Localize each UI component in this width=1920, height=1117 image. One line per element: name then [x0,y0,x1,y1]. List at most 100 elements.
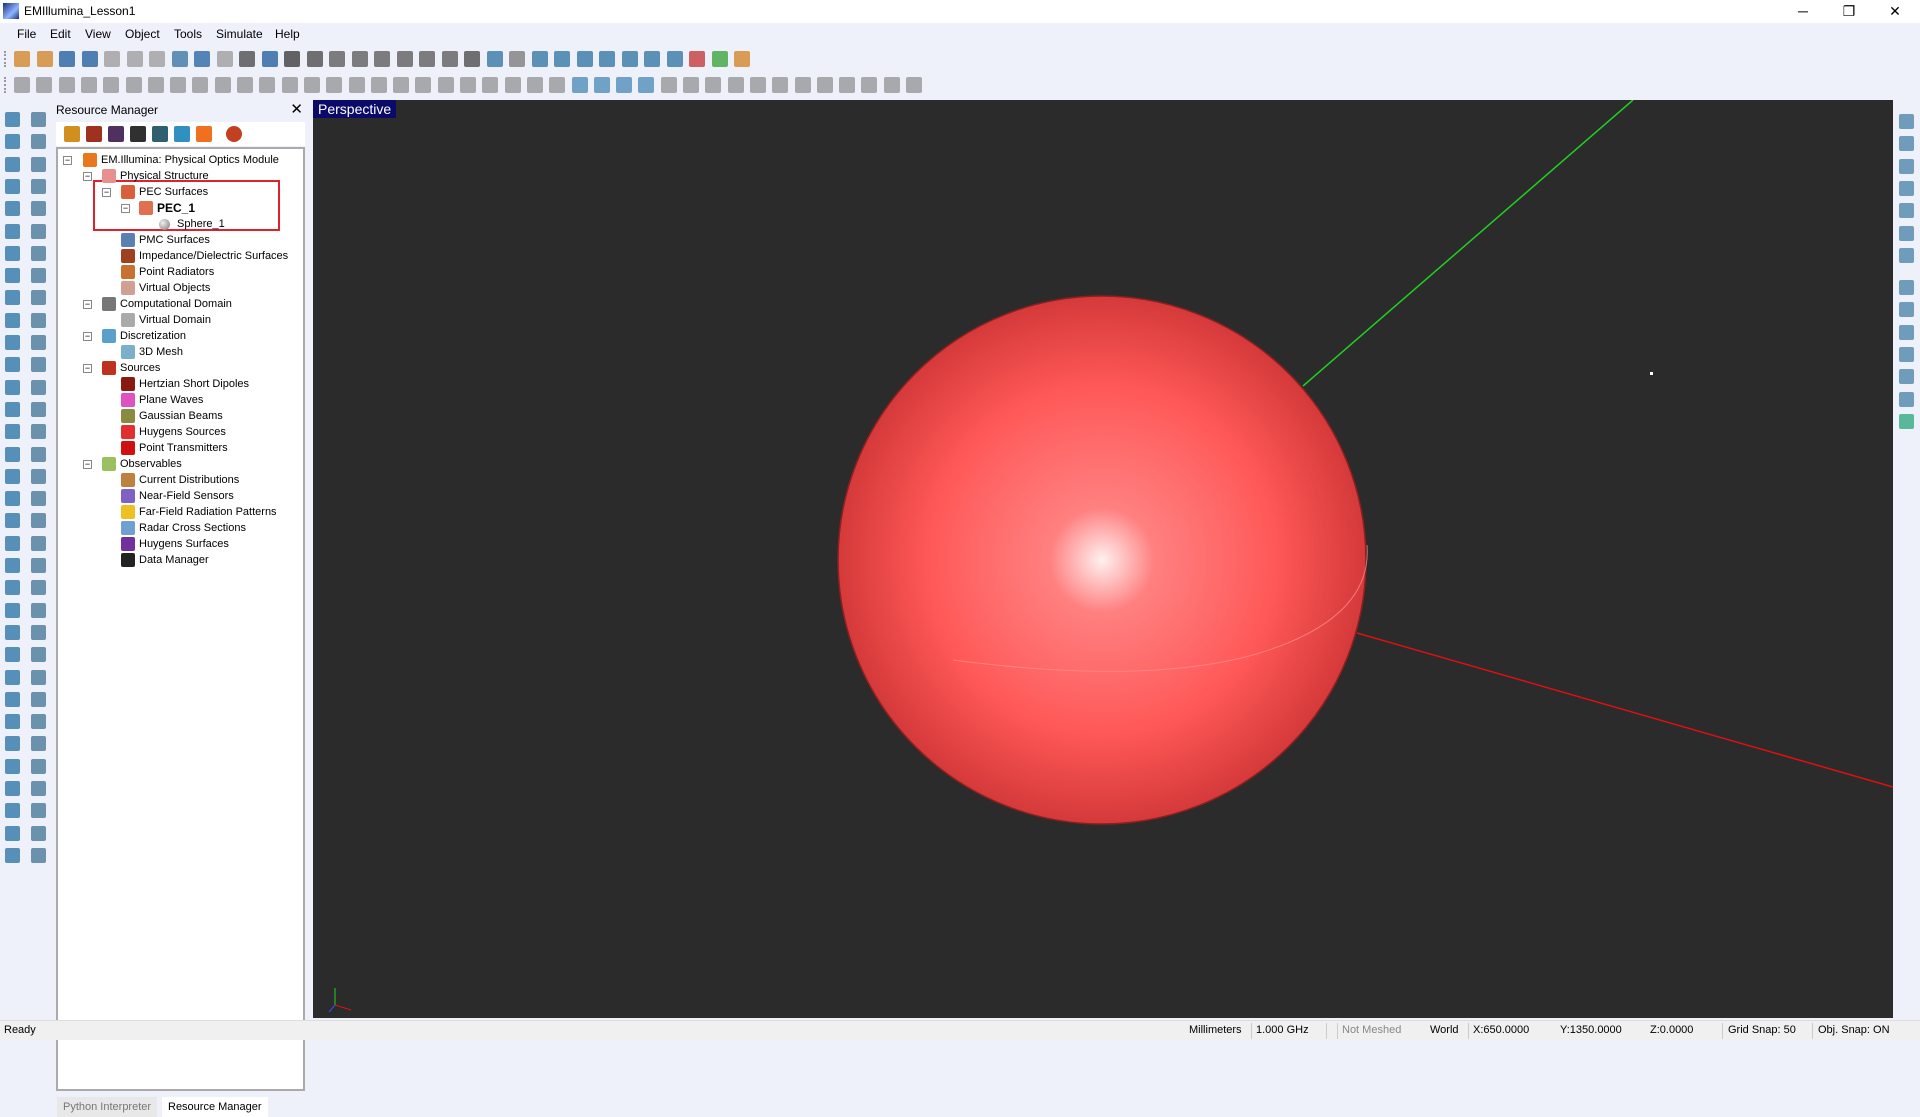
toolbar-button-icon[interactable] [644,51,660,67]
menu-view[interactable]: View [85,27,111,41]
toolbar-button-icon[interactable] [216,51,233,67]
drawing-tool-icon[interactable] [5,178,20,194]
view-tool-icon[interactable] [1899,280,1914,296]
module-button-icon[interactable] [86,126,102,142]
geometry-tool-icon[interactable] [906,77,922,93]
drawing-tool-icon[interactable] [5,156,20,172]
module-button-icon[interactable] [64,126,80,142]
toolbar-button-icon[interactable] [59,51,75,67]
module-button-icon[interactable] [196,126,212,142]
geometry-tool-icon[interactable] [348,77,365,93]
view-tool-icon[interactable] [1899,369,1914,385]
toolbar-button-icon[interactable] [599,51,615,67]
panel-close-button[interactable]: ✕ [290,100,303,118]
minimize-button[interactable]: ─ [1780,0,1826,23]
collapse-toggle-icon[interactable]: − [83,460,92,469]
geometry-tool-icon[interactable] [80,77,97,93]
toolbar-button-icon[interactable] [329,51,345,67]
tree-item[interactable]: Sphere_1 [58,216,303,232]
drawing-tool-icon[interactable] [5,268,20,284]
tree-item[interactable]: 3D Mesh [58,344,303,360]
drawing-tool-icon[interactable] [31,223,46,239]
collapse-toggle-icon[interactable]: − [121,204,130,213]
drawing-tool-icon[interactable] [31,825,46,841]
menu-object[interactable]: Object [125,27,160,41]
geometry-tool-icon[interactable] [727,77,744,93]
drawing-tool-icon[interactable] [31,290,46,306]
tree-item[interactable]: Radar Cross Sections [58,520,303,536]
drawing-tool-icon[interactable] [31,178,46,194]
drawing-tool-icon[interactable] [5,825,20,841]
tree-item[interactable]: PMC Surfaces [58,232,303,248]
collapse-toggle-icon[interactable]: − [83,332,92,341]
drawing-tool-icon[interactable] [31,112,46,127]
tree-item[interactable]: − Observables [58,456,303,472]
geometry-tool-icon[interactable] [103,77,120,93]
toolbar-button-icon[interactable] [104,51,120,67]
tree-item[interactable]: − Sources [58,360,303,376]
collapse-toggle-icon[interactable]: − [63,156,72,165]
drawing-tool-icon[interactable] [31,736,46,752]
drawing-tool-icon[interactable] [5,401,20,417]
drawing-tool-icon[interactable] [31,424,46,440]
drawing-tool-icon[interactable] [31,714,46,730]
drawing-tool-icon[interactable] [5,847,20,863]
geometry-tool-icon[interactable] [616,77,633,93]
toolbar-button-icon[interactable] [194,51,210,67]
drawing-tool-icon[interactable] [31,624,46,640]
drawing-tool-icon[interactable] [31,312,46,328]
drawing-tool-icon[interactable] [31,357,46,373]
drawing-tool-icon[interactable] [31,134,46,150]
drawing-tool-icon[interactable] [5,803,20,819]
drawing-tool-icon[interactable] [5,781,20,796]
drawing-tool-icon[interactable] [31,602,46,618]
drawing-tool-icon[interactable] [31,245,46,261]
drawing-tool-icon[interactable] [31,647,46,663]
menu-help[interactable]: Help [275,27,300,41]
geometry-tool-icon[interactable] [192,77,209,93]
toolbar-button-icon[interactable] [239,51,255,67]
view-tool-icon[interactable] [1899,302,1914,318]
drawing-tool-icon[interactable] [5,491,20,507]
drawing-tool-icon[interactable] [31,847,46,863]
geometry-tool-icon[interactable] [482,77,499,93]
tree-item[interactable]: − EM.Illumina: Physical Optics Module [58,152,303,168]
drawing-tool-icon[interactable] [5,357,20,373]
drawing-tool-icon[interactable] [5,201,20,217]
toolbar-button-icon[interactable] [689,51,705,67]
drawing-tool-icon[interactable] [31,156,46,172]
drawing-tool-icon[interactable] [5,535,20,551]
drawing-tool-icon[interactable] [31,691,46,707]
toolbar-button-icon[interactable] [576,51,593,67]
tree-item[interactable]: Point Radiators [58,264,303,280]
toolbar-button-icon[interactable] [711,51,728,67]
collapse-toggle-icon[interactable]: − [83,300,92,309]
drawing-tool-icon[interactable] [31,491,46,507]
geometry-tool-icon[interactable] [370,77,387,93]
toolbar-button-icon[interactable] [396,51,413,67]
drawing-tool-icon[interactable] [5,223,20,239]
toolbar-button-icon[interactable] [464,51,480,67]
drawing-tool-icon[interactable] [31,513,46,529]
tree-item[interactable]: − PEC_1 [58,200,303,216]
drawing-tool-icon[interactable] [5,335,20,350]
geometry-tool-icon[interactable] [839,77,856,93]
view-tool-icon[interactable] [1899,136,1914,152]
drawing-tool-icon[interactable] [5,714,20,730]
drawing-tool-icon[interactable] [5,424,20,440]
view-tool-icon[interactable] [1899,347,1914,362]
toolbar-button-icon[interactable] [441,51,458,67]
drawing-tool-icon[interactable] [31,335,46,350]
module-button-icon[interactable] [108,126,124,142]
tree-item[interactable]: Plane Waves [58,392,303,408]
geometry-tool-icon[interactable] [147,77,164,93]
drawing-tool-icon[interactable] [5,312,20,328]
view-tool-icon[interactable] [1899,114,1914,129]
drawing-tool-icon[interactable] [31,268,46,284]
toolbar-button-icon[interactable] [14,51,30,67]
toolbar-button-icon[interactable] [509,51,525,67]
view-tool-icon[interactable] [1899,158,1914,174]
tree-item[interactable]: Far-Field Radiation Patterns [58,504,303,520]
toolbar-button-icon[interactable] [734,51,750,67]
drawing-tool-icon[interactable] [31,758,46,774]
